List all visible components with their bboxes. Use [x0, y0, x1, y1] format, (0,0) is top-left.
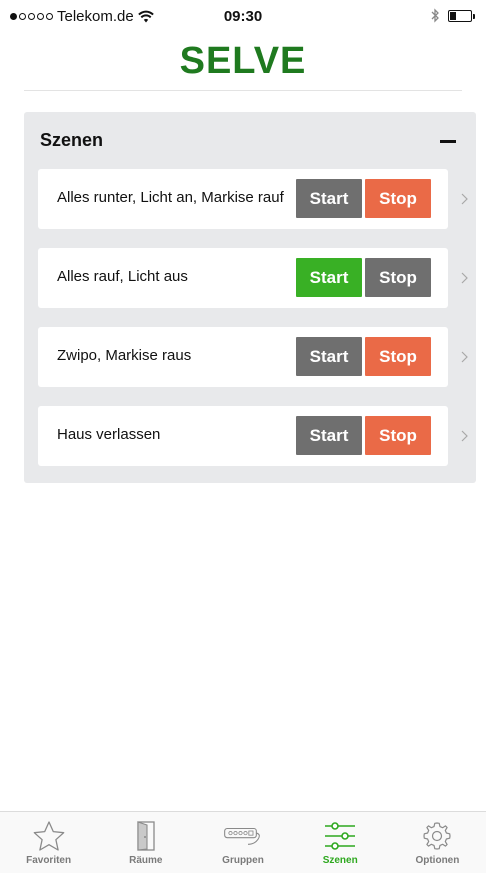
carrier-name: Telekom.de — [57, 8, 134, 25]
bluetooth-icon — [431, 8, 439, 23]
door-icon — [126, 820, 166, 852]
scene-stop-button[interactable]: Stop — [365, 337, 431, 376]
tab-label: Favoriten — [26, 855, 72, 866]
scene-stop-button[interactable]: Stop — [365, 416, 431, 455]
panel-title: Szenen — [40, 130, 104, 150]
scene-stop-button[interactable]: Stop — [365, 179, 431, 218]
minus-icon[interactable] — [440, 140, 456, 143]
app-logo: SELVE — [179, 40, 307, 82]
panel-header: Szenen — [40, 130, 462, 152]
scenes-panel: Szenen Alles runter, Licht an, Markise r… — [24, 112, 476, 483]
tab-optionen[interactable]: Optionen — [389, 812, 486, 873]
scene-start-button[interactable]: Start — [296, 416, 362, 455]
tab-label: Optionen — [415, 855, 460, 866]
star-icon — [29, 820, 69, 852]
tab-label: Gruppen — [222, 855, 264, 866]
status-right — [430, 8, 475, 23]
scene-row[interactable]: Alles rauf, Licht aus Start Stop — [38, 248, 448, 308]
scene-start-button[interactable]: Start — [296, 258, 362, 297]
scene-row[interactable]: Alles runter, Licht an, Markise rauf Sta… — [38, 169, 448, 229]
status-bar: Telekom.de 09:30 — [0, 0, 486, 34]
scene-stop-button[interactable]: Stop — [365, 258, 431, 297]
tab-favoriten[interactable]: Favoriten — [0, 812, 97, 873]
header-divider — [24, 90, 462, 91]
sliders-icon — [320, 820, 360, 852]
chevron-right-icon[interactable] — [458, 406, 472, 466]
scene-start-button[interactable]: Start — [296, 179, 362, 218]
power-strip-icon — [223, 820, 263, 852]
scene-start-button[interactable]: Start — [296, 337, 362, 376]
tab-bar: Favoriten Räume Gruppen Szenen Optionen — [0, 811, 486, 873]
scene-row[interactable]: Haus verlassen Start Stop — [38, 406, 448, 466]
wifi-icon — [137, 10, 154, 23]
tab-raeume[interactable]: Räume — [97, 812, 194, 873]
signal-strength-icon — [10, 13, 53, 20]
battery-icon — [448, 9, 475, 22]
chevron-right-icon[interactable] — [458, 248, 472, 308]
scene-name: Alles runter, Licht an, Markise rauf — [57, 189, 284, 206]
tab-gruppen[interactable]: Gruppen — [194, 812, 291, 873]
scene-name: Zwipo, Markise raus — [57, 347, 192, 364]
gear-icon — [417, 820, 457, 852]
scene-name: Alles rauf, Licht aus — [57, 268, 188, 285]
chevron-right-icon[interactable] — [458, 327, 472, 387]
chevron-right-icon[interactable] — [458, 169, 472, 229]
scene-name: Haus verlassen — [57, 426, 161, 443]
status-left: Telekom.de — [10, 8, 154, 25]
tab-szenen[interactable]: Szenen — [292, 812, 389, 873]
scene-row[interactable]: Zwipo, Markise raus Start Stop — [38, 327, 448, 387]
tab-label: Szenen — [322, 855, 358, 866]
tab-label: Räume — [129, 855, 163, 866]
